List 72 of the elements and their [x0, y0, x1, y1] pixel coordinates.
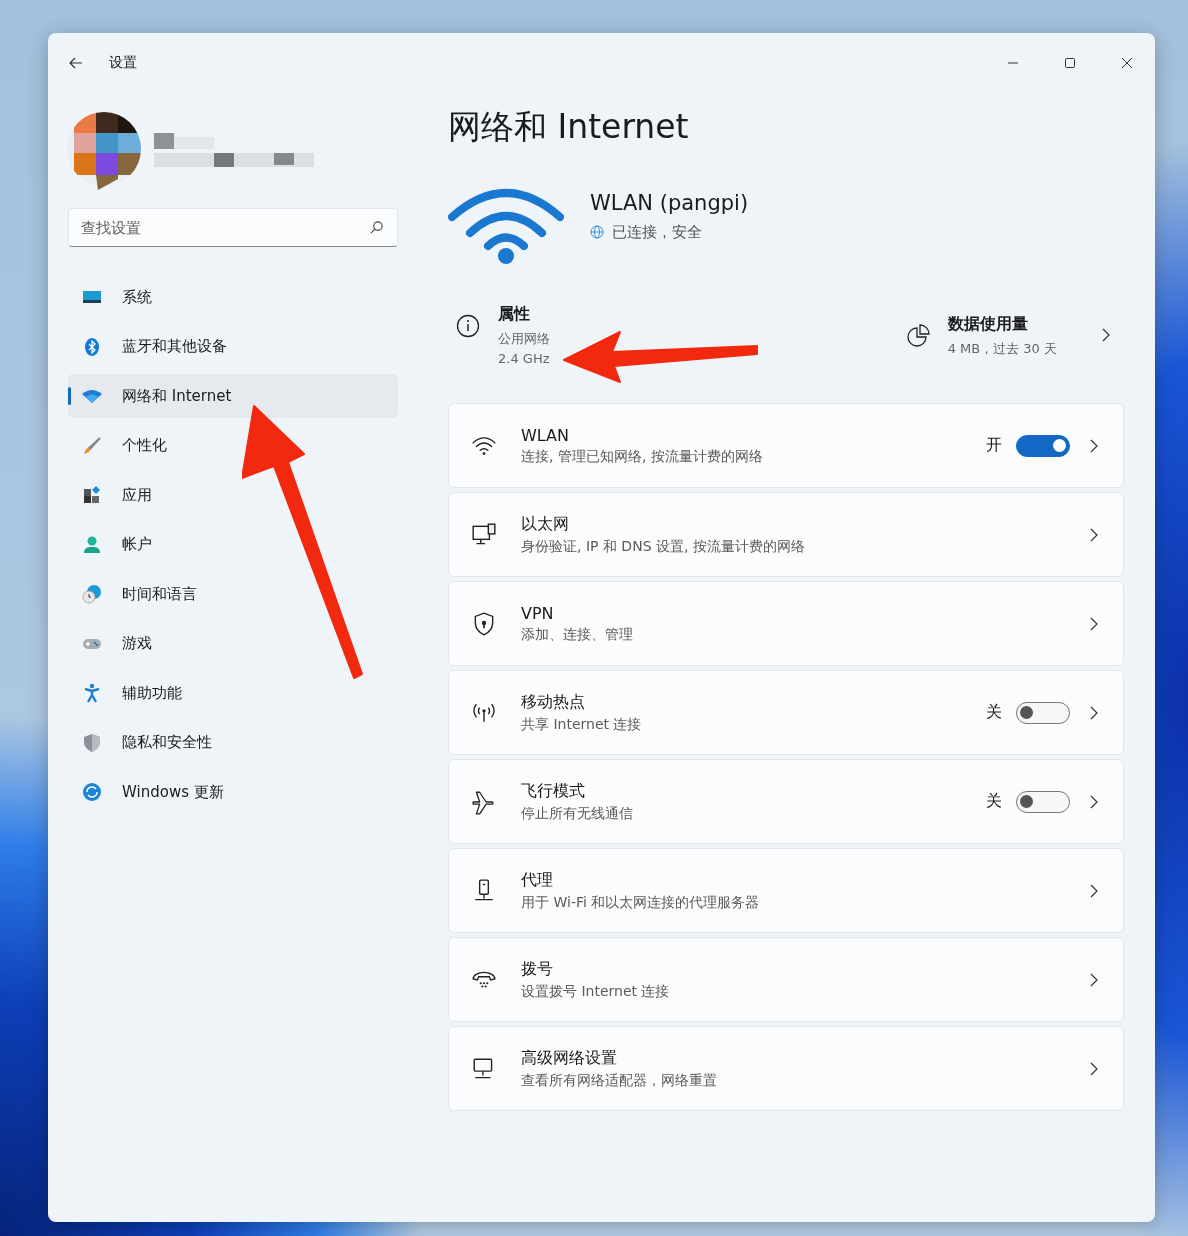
- maximize-icon[interactable]: [1064, 57, 1076, 69]
- toggle-state: 关: [986, 791, 1002, 812]
- toggle-switch[interactable]: [1016, 790, 1070, 813]
- connection-status: 已连接，安全: [612, 222, 702, 242]
- search-icon: [369, 220, 384, 235]
- search-field[interactable]: 查找设置: [68, 208, 398, 247]
- chevron-icon: [1102, 327, 1110, 342]
- brush-icon: [82, 435, 102, 456]
- close-icon[interactable]: [1121, 57, 1133, 69]
- settings-card[interactable]: 移动热点 共享 Internet 连接 关: [448, 670, 1124, 755]
- sidebar-item[interactable]: 辅助功能: [68, 671, 398, 715]
- sidebar-item[interactable]: 游戏: [68, 621, 398, 666]
- chevron-icon: [1090, 438, 1098, 453]
- person-icon: [82, 534, 102, 555]
- sidebar-item[interactable]: 个性化: [68, 423, 398, 468]
- back-icon[interactable]: [68, 55, 84, 71]
- settings-card[interactable]: WLAN 连接, 管理已知网络, 按流量计费的网络 开: [448, 403, 1124, 488]
- setting-title: 飞行模式: [521, 780, 586, 802]
- sidebar-item[interactable]: 蓝牙和其他设备: [68, 324, 398, 369]
- sidebar-item[interactable]: 时间和语言: [68, 572, 398, 616]
- page-title: 网络和 Internet: [448, 106, 690, 148]
- info-icon: [456, 313, 480, 338]
- setting-description: 设置拨号 Internet 连接: [521, 982, 671, 1001]
- settings-card[interactable]: 飞行模式 停止所有无线通信 关: [448, 759, 1124, 844]
- chevron-icon: [1090, 616, 1098, 631]
- pie-chart-icon: [905, 323, 930, 348]
- globe-clock-icon: [82, 584, 102, 604]
- accessibility-icon: [82, 683, 102, 703]
- chevron-icon: [1090, 705, 1098, 720]
- chevron-icon: [1090, 794, 1098, 809]
- sidebar-item[interactable]: 隐私和安全性: [68, 720, 398, 765]
- setting-title: 代理: [521, 869, 554, 891]
- sidebar-item[interactable]: 系统: [68, 275, 398, 319]
- setting-description: 共享 Internet 连接: [521, 715, 643, 734]
- network-name: WLAN (pangpi): [590, 190, 749, 215]
- sidebar-item[interactable]: 帐户: [68, 522, 398, 567]
- apps-icon: [82, 485, 102, 505]
- globe-icon: [590, 225, 604, 239]
- setting-description: 停止所有无线通信: [521, 804, 634, 823]
- chevron-icon: [1090, 972, 1098, 987]
- setting-title: 以太网: [521, 513, 570, 535]
- setting-description: 身份验证, IP 和 DNS 设置, 按流量计费的网络: [521, 537, 806, 556]
- sidebar-item[interactable]: 应用: [68, 473, 398, 517]
- properties-link[interactable]: 属性 公用网络 2.4 GHz: [456, 303, 550, 369]
- data-usage-link[interactable]: 数据使用量 4 MB，过去 30 天: [905, 313, 1110, 359]
- setting-title: 高级网络设置: [521, 1047, 618, 1069]
- settings-card[interactable]: 高级网络设置 查看所有网络适配器，网络重置: [448, 1026, 1124, 1111]
- chevron-icon: [1090, 527, 1098, 542]
- shield-icon: [82, 732, 102, 753]
- setting-description: 用于 Wi-Fi 和以太网连接的代理服务器: [521, 893, 761, 912]
- setting-title: 移动热点: [521, 691, 586, 713]
- setting-description: 查看所有网络适配器，网络重置: [521, 1071, 718, 1090]
- setting-description: 连接, 管理已知网络, 按流量计费的网络: [521, 447, 764, 466]
- bluetooth-icon: [82, 336, 102, 357]
- toggle-switch[interactable]: [1016, 701, 1070, 724]
- toggle-state: 开: [986, 435, 1002, 456]
- sidebar-item[interactable]: 网络和 Internet: [68, 374, 398, 418]
- chevron-icon: [1090, 1061, 1098, 1076]
- setting-description: 添加、连接、管理: [521, 625, 634, 644]
- toggle-switch[interactable]: [1016, 434, 1070, 457]
- window-title: 设置: [109, 54, 137, 72]
- settings-card[interactable]: 以太网 身份验证, IP 和 DNS 设置, 按流量计费的网络: [448, 492, 1124, 577]
- update-icon: [82, 782, 102, 802]
- toggle-state: 关: [986, 702, 1002, 723]
- setting-title: 拨号: [521, 958, 554, 980]
- settings-card[interactable]: VPN 添加、连接、管理: [448, 581, 1124, 666]
- sidebar-item[interactable]: Windows 更新: [68, 770, 398, 814]
- settings-card[interactable]: 拨号 设置拨号 Internet 连接: [448, 937, 1124, 1022]
- chevron-icon: [1090, 883, 1098, 898]
- setting-title: WLAN: [521, 425, 570, 445]
- setting-title: VPN: [521, 603, 555, 623]
- settings-card[interactable]: 代理 用于 Wi-Fi 和以太网连接的代理服务器: [448, 848, 1124, 933]
